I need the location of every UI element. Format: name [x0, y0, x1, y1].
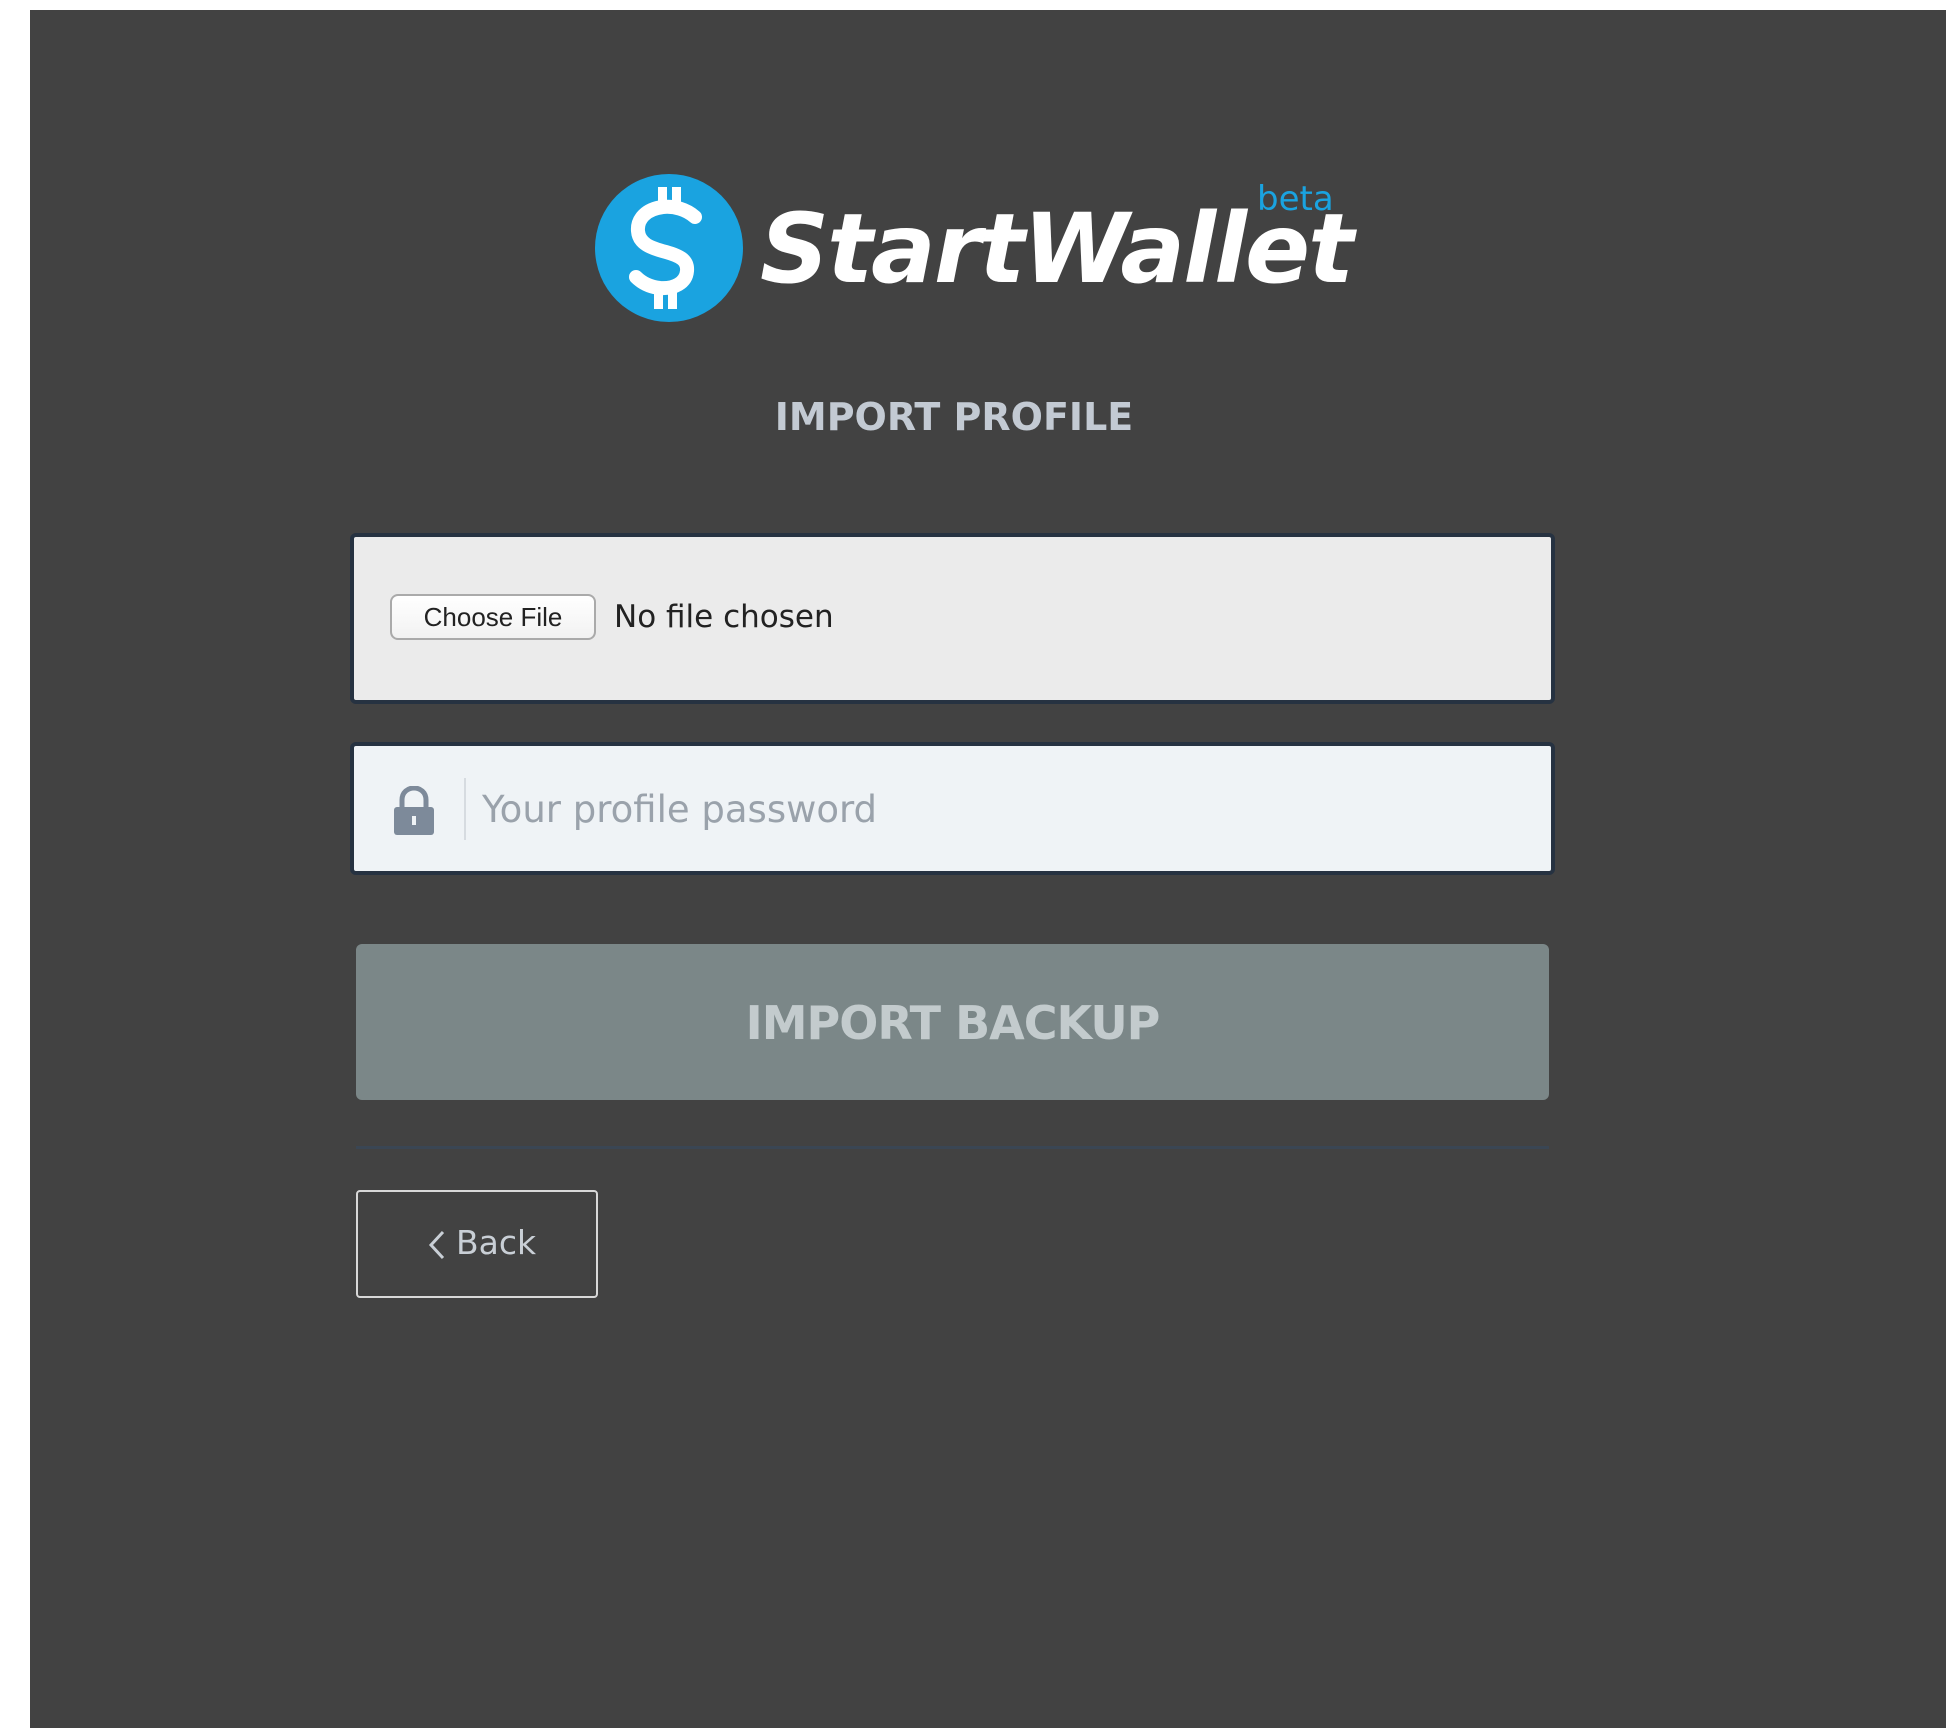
back-button[interactable]: Back [356, 1190, 598, 1298]
file-upload-field[interactable]: Choose File No file chosen [350, 533, 1555, 704]
section-divider [356, 1146, 1549, 1149]
file-status-label: No file chosen [614, 599, 834, 635]
beta-badge: beta [1257, 179, 1334, 219]
lock-icon [394, 786, 434, 835]
app-window: StartWallet beta IMPORT PROFILE Choose F… [30, 10, 1946, 1728]
import-backup-button[interactable]: IMPORT BACKUP [356, 944, 1549, 1100]
password-input[interactable] [482, 776, 1522, 842]
startwallet-logo: StartWallet beta [590, 173, 1354, 333]
choose-file-button[interactable]: Choose File [390, 594, 596, 640]
page-title: IMPORT PROFILE [774, 395, 1134, 439]
back-label: Back [456, 1223, 537, 1262]
password-field[interactable] [350, 742, 1555, 875]
dollar-coin-icon [595, 174, 743, 322]
chevron-left-icon [428, 1230, 445, 1260]
input-divider [464, 778, 466, 840]
